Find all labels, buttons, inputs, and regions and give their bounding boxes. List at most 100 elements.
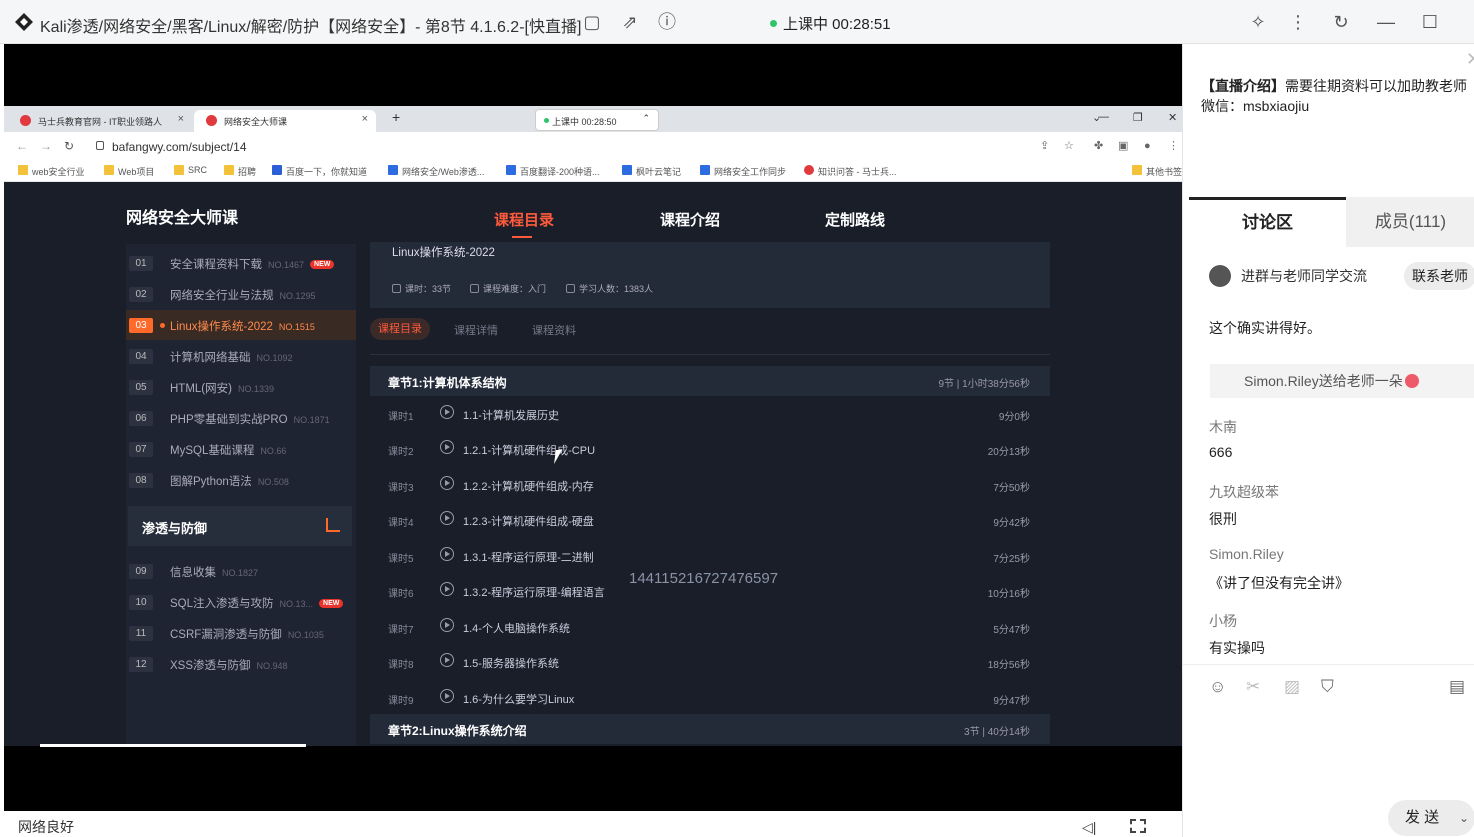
sidebar-item-active[interactable]: 03 Linux操作系统-2022 NO.1515	[126, 310, 356, 340]
bookmark-item[interactable]: web安全行业	[16, 165, 85, 178]
close-icon[interactable]: ✕	[1168, 111, 1177, 124]
menu-icon[interactable]: ⋮	[1168, 140, 1180, 152]
chat-toolbar: ☺ ✂ ▨ ⛉ ▤	[1183, 664, 1474, 704]
lesson-row[interactable]: 课时7 1.4-个人电脑操作系统 5分47秒	[370, 609, 1050, 644]
bookmark-item[interactable]: 招聘	[222, 165, 256, 178]
new-tab-button[interactable]: +	[392, 109, 400, 125]
bookmark-item[interactable]: 其他书签	[1130, 165, 1182, 178]
lesson-row[interactable]: 课时9 1.6-为什么要学习Linux 9分47秒	[370, 680, 1050, 715]
restore-icon[interactable]: ❐	[1133, 111, 1143, 124]
tab-materials[interactable]: 课程资料	[532, 322, 576, 338]
shield-icon[interactable]: ⛉	[1321, 677, 1334, 697]
mini-live-text: 上课中 00:28:50	[552, 117, 617, 127]
star-icon[interactable]: ☆	[1064, 140, 1076, 152]
wechat-icon	[1209, 265, 1231, 287]
emoji-icon[interactable]: ☺	[1209, 677, 1226, 697]
lesson-row[interactable]: 课时8 1.5-服务器操作系统 18分56秒	[370, 644, 1050, 679]
bookmark-item[interactable]: 网络安全/Web渗透...	[386, 165, 484, 178]
bookmark-item[interactable]: 网络安全工作同步	[698, 165, 786, 178]
sidebar-item[interactable]: 12 XSS渗透与防御 NO.948	[126, 649, 356, 679]
join-group-link[interactable]: 进群与老师同学交流	[1209, 265, 1367, 287]
lesson-title: 1.3.2-程序运行原理-编程语言	[463, 587, 605, 599]
sidebar-item[interactable]: 07 MySQL基础课程 NO.66	[126, 434, 356, 464]
sidebar-item[interactable]: 09 信息收集 NO.1827	[126, 556, 356, 586]
bookmark-item[interactable]: 百度翻译-200种语...	[504, 165, 600, 178]
section-header[interactable]: 渗透与防御	[128, 506, 352, 546]
lesson-row[interactable]: 课时2 1.2.1-计算机硬件组成-CPU 20分13秒	[370, 431, 1050, 466]
maximize-icon[interactable]: ☐	[1420, 12, 1440, 32]
more-icon[interactable]: ⋮	[1288, 12, 1308, 32]
feedback-icon[interactable]: ▤	[1449, 677, 1465, 697]
minimize-icon[interactable]: —	[1376, 12, 1396, 32]
close-panel-icon[interactable]: ✕	[1466, 49, 1474, 70]
site-brand[interactable]: 网络安全大师课	[126, 204, 238, 228]
scissors-icon[interactable]: ✂	[1246, 677, 1260, 697]
url-field[interactable]: bafangwy.com/subject/14	[112, 140, 247, 154]
sidebar-item[interactable]: 01 安全课程资料下载 NO.1467 NEW	[126, 248, 356, 278]
tab-members[interactable]: 成员(111)	[1346, 197, 1474, 247]
chevron-up-icon[interactable]: ⌃	[642, 113, 650, 124]
sidebar-item[interactable]: 10 SQL注入渗透与攻防 NO.13... NEW	[126, 587, 356, 617]
refresh-icon[interactable]: ↻	[1331, 12, 1351, 32]
item-title: 图解Python语法	[170, 476, 252, 488]
nav-course-catalog[interactable]: 课程目录	[494, 209, 554, 238]
extension-icon[interactable]: ✤	[1094, 140, 1106, 152]
intro-wechat: 微信：msbxiaojiu	[1201, 98, 1310, 114]
tab-details[interactable]: 课程详情	[454, 322, 498, 338]
sidebar-item[interactable]: 11 CSRF漏洞渗透与防御 NO.1035	[126, 618, 356, 648]
sidebar-item[interactable]: 06 PHP零基础到实战PRO NO.1871	[126, 403, 356, 433]
info-icon[interactable]: ⓘ	[657, 12, 677, 32]
nav-course-intro[interactable]: 课程介绍	[660, 209, 720, 230]
tab-discussion[interactable]: 讨论区	[1189, 197, 1346, 247]
item-label: XSS渗透与防御 NO.948	[170, 657, 288, 673]
lesson-row[interactable]: 课时3 1.2.2-计算机硬件组成-内存 7分50秒	[370, 467, 1050, 502]
book-icon	[392, 284, 401, 293]
chevron-down-icon[interactable]: ⌄	[1459, 800, 1469, 836]
comment-icon[interactable]: ▢	[582, 12, 602, 32]
item-title: PHP零基础到实战PRO	[170, 414, 288, 426]
bookmark-item[interactable]: 知识问答 - 马士兵...	[802, 165, 897, 178]
minimize-icon[interactable]: —	[1098, 111, 1109, 123]
back-icon[interactable]: ←	[16, 139, 28, 153]
bookmark-item[interactable]: 枫叶云笔记	[620, 165, 681, 178]
lesson-row[interactable]: 课时4 1.2.3-计算机硬件组成-硬盘 9分42秒	[370, 502, 1050, 537]
tab-close-icon[interactable]: ×	[362, 113, 368, 125]
join-text: 进群与老师同学交流	[1241, 268, 1367, 284]
image-icon[interactable]: ▨	[1284, 677, 1300, 697]
tab-close-icon[interactable]: ×	[178, 113, 184, 125]
bookmark-item[interactable]: SRC	[172, 165, 207, 175]
send-button[interactable]: 发 送 ⌄	[1388, 800, 1474, 836]
pin-icon[interactable]: ✧	[1248, 12, 1268, 32]
sidebar-item[interactable]: 04 计算机网络基础 NO.1092	[126, 341, 356, 371]
sidebar-item[interactable]: 02 网络安全行业与法规 NO.1295	[126, 279, 356, 309]
volume-icon[interactable]: ◁|	[1082, 819, 1100, 835]
forward-icon[interactable]: →	[40, 139, 52, 153]
browser-tab-1[interactable]: 马士兵教育官网 - IT职业领路人 ×	[8, 110, 192, 132]
sidepanel-icon[interactable]: ▣	[1118, 140, 1130, 152]
bookmark-item[interactable]: 百度一下，你就知道	[270, 165, 367, 178]
tab-label: 网络安全大师课	[224, 117, 288, 127]
meta-text: 学习人数：1383人	[579, 284, 654, 294]
lesson-row[interactable]: 课时5 1.3.1-程序运行原理-二进制 7分25秒	[370, 538, 1050, 573]
bookmark-item[interactable]: Web项目	[102, 165, 154, 178]
sidebar-item[interactable]: 05 HTML(网安) NO.1339	[126, 372, 356, 402]
chat-message: 很刑	[1209, 511, 1237, 527]
lesson-row[interactable]: 课时1 1.1-计算机发展历史 9分0秒	[370, 396, 1050, 431]
browser-tab-2[interactable]: 网络安全大师课 ×	[194, 110, 376, 132]
chapter-header[interactable]: 章节2:Linux操作系统介绍 3节 | 40分14秒	[370, 714, 1050, 744]
chapter-header[interactable]: 章节1:计算机体系结构 9节 | 1小时38分56秒	[370, 366, 1050, 396]
contact-teacher-button[interactable]: 联系老师	[1404, 262, 1474, 290]
lesson-duration: 20分13秒	[987, 447, 1030, 458]
tab-catalog[interactable]: 课程目录	[370, 318, 430, 340]
sidebar-item[interactable]: 08 图解Python语法 NO.508	[126, 465, 356, 495]
share-icon[interactable]: ⇗	[620, 12, 640, 32]
fullscreen-icon[interactable]	[1130, 819, 1146, 833]
profile-icon[interactable]: ●	[1144, 140, 1156, 152]
item-label: PHP零基础到实战PRO NO.1871	[170, 411, 330, 427]
nav-custom-route[interactable]: 定制路线	[825, 209, 885, 230]
video-player[interactable]: 马士兵教育官网 - IT职业领路人 × 网络安全大师课 × + 上课中 00:28:…	[4, 44, 1182, 811]
reload-icon[interactable]: ↻	[64, 139, 74, 153]
video-progress-bar[interactable]	[40, 744, 306, 747]
difficulty-icon	[470, 284, 479, 293]
share-icon[interactable]: ⇪	[1040, 140, 1052, 152]
